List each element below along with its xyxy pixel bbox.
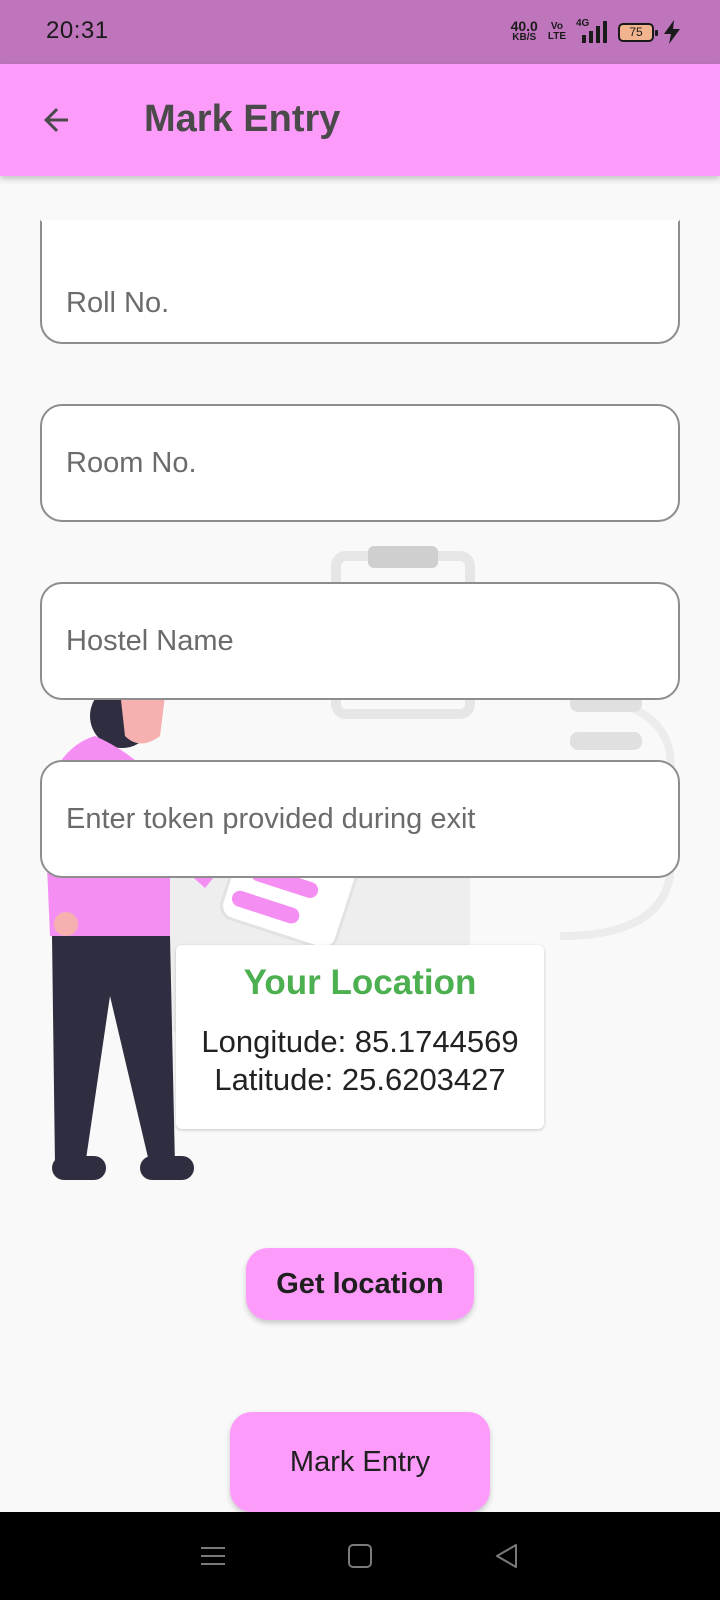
status-bar: 20:31 40.0 KB/S Vo LTE 4G 75 (0, 0, 720, 64)
room-number-input[interactable] (66, 446, 678, 480)
page-title: Mark Entry (144, 98, 341, 140)
back-button[interactable] (32, 96, 80, 144)
charging-icon (664, 20, 680, 44)
token-field[interactable] (40, 760, 680, 878)
home-square-icon[interactable] (330, 1526, 390, 1586)
arrow-left-icon (44, 108, 68, 132)
get-location-button[interactable]: Get location (246, 1248, 474, 1320)
hostel-name-field[interactable] (40, 582, 680, 700)
location-title: Your Location (243, 963, 477, 1002)
location-card: Your Location Longitude: 85.1744569 Lati… (176, 945, 544, 1129)
battery-icon: 75 (618, 22, 658, 42)
latitude-text: Latitude: 25.6203427 (214, 1062, 506, 1097)
net-speed: 40.0 KB/S (510, 18, 538, 43)
token-input[interactable] (66, 802, 678, 836)
app-bar: Mark Entry (0, 64, 720, 176)
room-number-field[interactable] (40, 404, 680, 522)
longitude-text: Longitude: 85.1744569 (201, 1024, 519, 1059)
mark-entry-button[interactable]: Mark Entry (230, 1412, 490, 1512)
volte-bottom: LTE (547, 31, 566, 42)
net-speed-value: 40.0 (510, 18, 538, 34)
system-nav-bar (0, 1512, 720, 1600)
status-icons: 40.0 KB/S Vo LTE 4G 75 (511, 17, 680, 47)
menu-icon[interactable] (183, 1526, 243, 1586)
net-speed-unit: KB/S (512, 32, 537, 43)
volte-icon: Vo LTE (548, 22, 566, 42)
network-type: 4G (576, 18, 590, 29)
status-time: 20:31 (46, 17, 109, 44)
back-triangle-icon[interactable] (477, 1526, 537, 1586)
roll-number-field[interactable] (40, 220, 680, 344)
hostel-name-input[interactable] (66, 624, 678, 658)
signal-icon: 4G (576, 18, 608, 43)
roll-number-input[interactable] (66, 286, 678, 320)
